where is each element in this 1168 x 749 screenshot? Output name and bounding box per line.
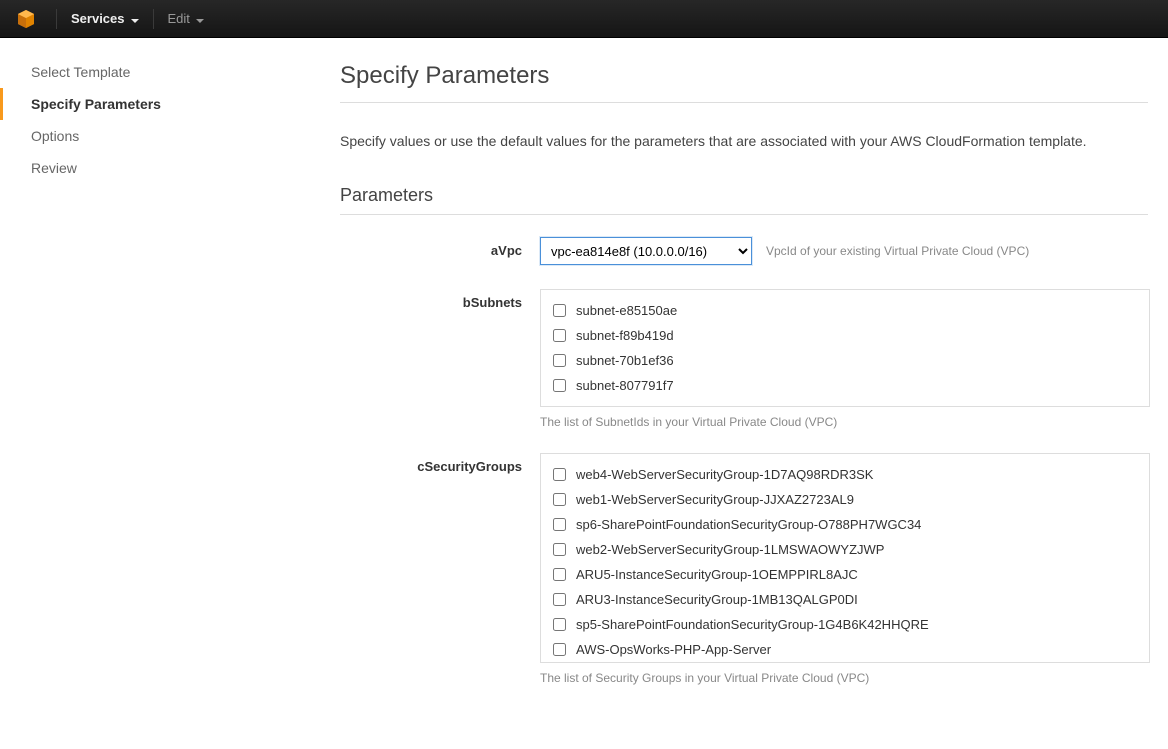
subnet-label: subnet-70b1ef36 [576, 353, 674, 368]
securitygroup-checkbox[interactable] [553, 468, 566, 481]
sidebar-step-select-template[interactable]: Select Template [0, 56, 310, 88]
securitygroup-label: web4-WebServerSecurityGroup-1D7AQ98RDR3S… [576, 467, 873, 482]
sidebar-step-specify-parameters[interactable]: Specify Parameters [0, 88, 310, 120]
securitygroup-label: sp6-SharePointFoundationSecurityGroup-O7… [576, 517, 921, 532]
csecuritygroups-listbox[interactable]: web4-WebServerSecurityGroup-1D7AQ98RDR3S… [540, 453, 1150, 663]
securitygroup-item[interactable]: web1-WebServerSecurityGroup-JJXAZ2723AL9 [553, 487, 1137, 512]
subnet-label: subnet-f89b419d [576, 328, 674, 343]
sidebar-step-options[interactable]: Options [0, 120, 310, 152]
securitygroup-checkbox[interactable] [553, 593, 566, 606]
subnet-label: subnet-e85150ae [576, 303, 677, 318]
subnet-item[interactable]: subnet-e85150ae [553, 298, 1137, 323]
aws-logo-icon[interactable] [14, 7, 38, 31]
securitygroup-checkbox[interactable] [553, 543, 566, 556]
securitygroup-checkbox[interactable] [553, 643, 566, 656]
nav-services-label: Services [71, 11, 125, 26]
securitygroup-label: web1-WebServerSecurityGroup-JJXAZ2723AL9 [576, 492, 854, 507]
param-row-avpc: aVpc vpc-ea814e8f (10.0.0.0/16) VpcId of… [340, 237, 1148, 265]
subnet-label: subnet-807791f7 [576, 378, 674, 393]
nav-divider [56, 9, 57, 29]
securitygroup-item[interactable]: AWS-OpsWorks-PHP-App-Server [553, 637, 1137, 662]
securitygroup-checkbox[interactable] [553, 518, 566, 531]
subnet-item[interactable]: subnet-70b1ef36 [553, 348, 1137, 373]
securitygroup-item[interactable]: ARU3-InstanceSecurityGroup-1MB13QALGP0DI [553, 587, 1137, 612]
sidebar-step-review[interactable]: Review [0, 152, 310, 184]
nav-divider [153, 9, 154, 29]
chevron-down-icon [196, 11, 204, 26]
sidebar-step-label: Select Template [31, 64, 130, 80]
chevron-down-icon [131, 11, 139, 26]
subnet-checkbox[interactable] [553, 304, 566, 317]
avpc-hint: VpcId of your existing Virtual Private C… [766, 244, 1029, 258]
nav-edit[interactable]: Edit [158, 11, 214, 26]
subnet-checkbox[interactable] [553, 354, 566, 367]
section-title: Parameters [340, 185, 1148, 215]
securitygroup-label: sp5-SharePointFoundationSecurityGroup-1G… [576, 617, 929, 632]
subnet-item[interactable]: subnet-807791f7 [553, 373, 1137, 398]
subnet-item[interactable]: subnet-f89b419d [553, 323, 1137, 348]
nav-edit-label: Edit [168, 11, 190, 26]
sidebar-step-label: Specify Parameters [31, 96, 161, 112]
securitygroup-item[interactable]: web4-WebServerSecurityGroup-1D7AQ98RDR3S… [553, 462, 1137, 487]
param-label-bsubnets: bSubnets [340, 289, 540, 310]
csecuritygroups-hint: The list of Security Groups in your Virt… [540, 671, 1150, 685]
navbar: Services Edit [0, 0, 1168, 38]
sidebar-step-label: Review [31, 160, 77, 176]
subnet-checkbox[interactable] [553, 329, 566, 342]
subnet-checkbox[interactable] [553, 379, 566, 392]
param-label-avpc: aVpc [340, 237, 540, 258]
sidebar-step-label: Options [31, 128, 79, 144]
securitygroup-item[interactable]: ARU5-InstanceSecurityGroup-1OEMPPIRL8AJC [553, 562, 1137, 587]
securitygroup-label: AWS-OpsWorks-PHP-App-Server [576, 642, 771, 657]
nav-services[interactable]: Services [61, 11, 149, 26]
param-row-csecuritygroups: cSecurityGroups web4-WebServerSecurityGr… [340, 453, 1148, 685]
securitygroup-item[interactable]: sp6-SharePointFoundationSecurityGroup-O7… [553, 512, 1137, 537]
content-container: Select Template Specify Parameters Optio… [0, 38, 1168, 749]
securitygroup-checkbox[interactable] [553, 618, 566, 631]
bsubnets-listbox: subnet-e85150ae subnet-f89b419d subnet-7… [540, 289, 1150, 407]
securitygroup-label: ARU3-InstanceSecurityGroup-1MB13QALGP0DI [576, 592, 858, 607]
param-label-csecuritygroups: cSecurityGroups [340, 453, 540, 474]
securitygroup-item[interactable]: web2-WebServerSecurityGroup-1LMSWAOWYZJW… [553, 537, 1137, 562]
securitygroup-checkbox[interactable] [553, 493, 566, 506]
securitygroup-item[interactable]: sp5-SharePointFoundationSecurityGroup-1G… [553, 612, 1137, 637]
securitygroup-label: ARU5-InstanceSecurityGroup-1OEMPPIRL8AJC [576, 567, 858, 582]
bsubnets-hint: The list of SubnetIds in your Virtual Pr… [540, 415, 1150, 429]
securitygroup-checkbox[interactable] [553, 568, 566, 581]
securitygroup-label: web2-WebServerSecurityGroup-1LMSWAOWYZJW… [576, 542, 884, 557]
avpc-select[interactable]: vpc-ea814e8f (10.0.0.0/16) [540, 237, 752, 265]
param-row-bsubnets: bSubnets subnet-e85150ae subnet-f89b419d… [340, 289, 1148, 429]
sidebar: Select Template Specify Parameters Optio… [0, 38, 310, 749]
page-title: Specify Parameters [340, 62, 1148, 103]
page-intro: Specify values or use the default values… [340, 133, 1148, 149]
main-content: Specify Parameters Specify values or use… [310, 38, 1168, 749]
